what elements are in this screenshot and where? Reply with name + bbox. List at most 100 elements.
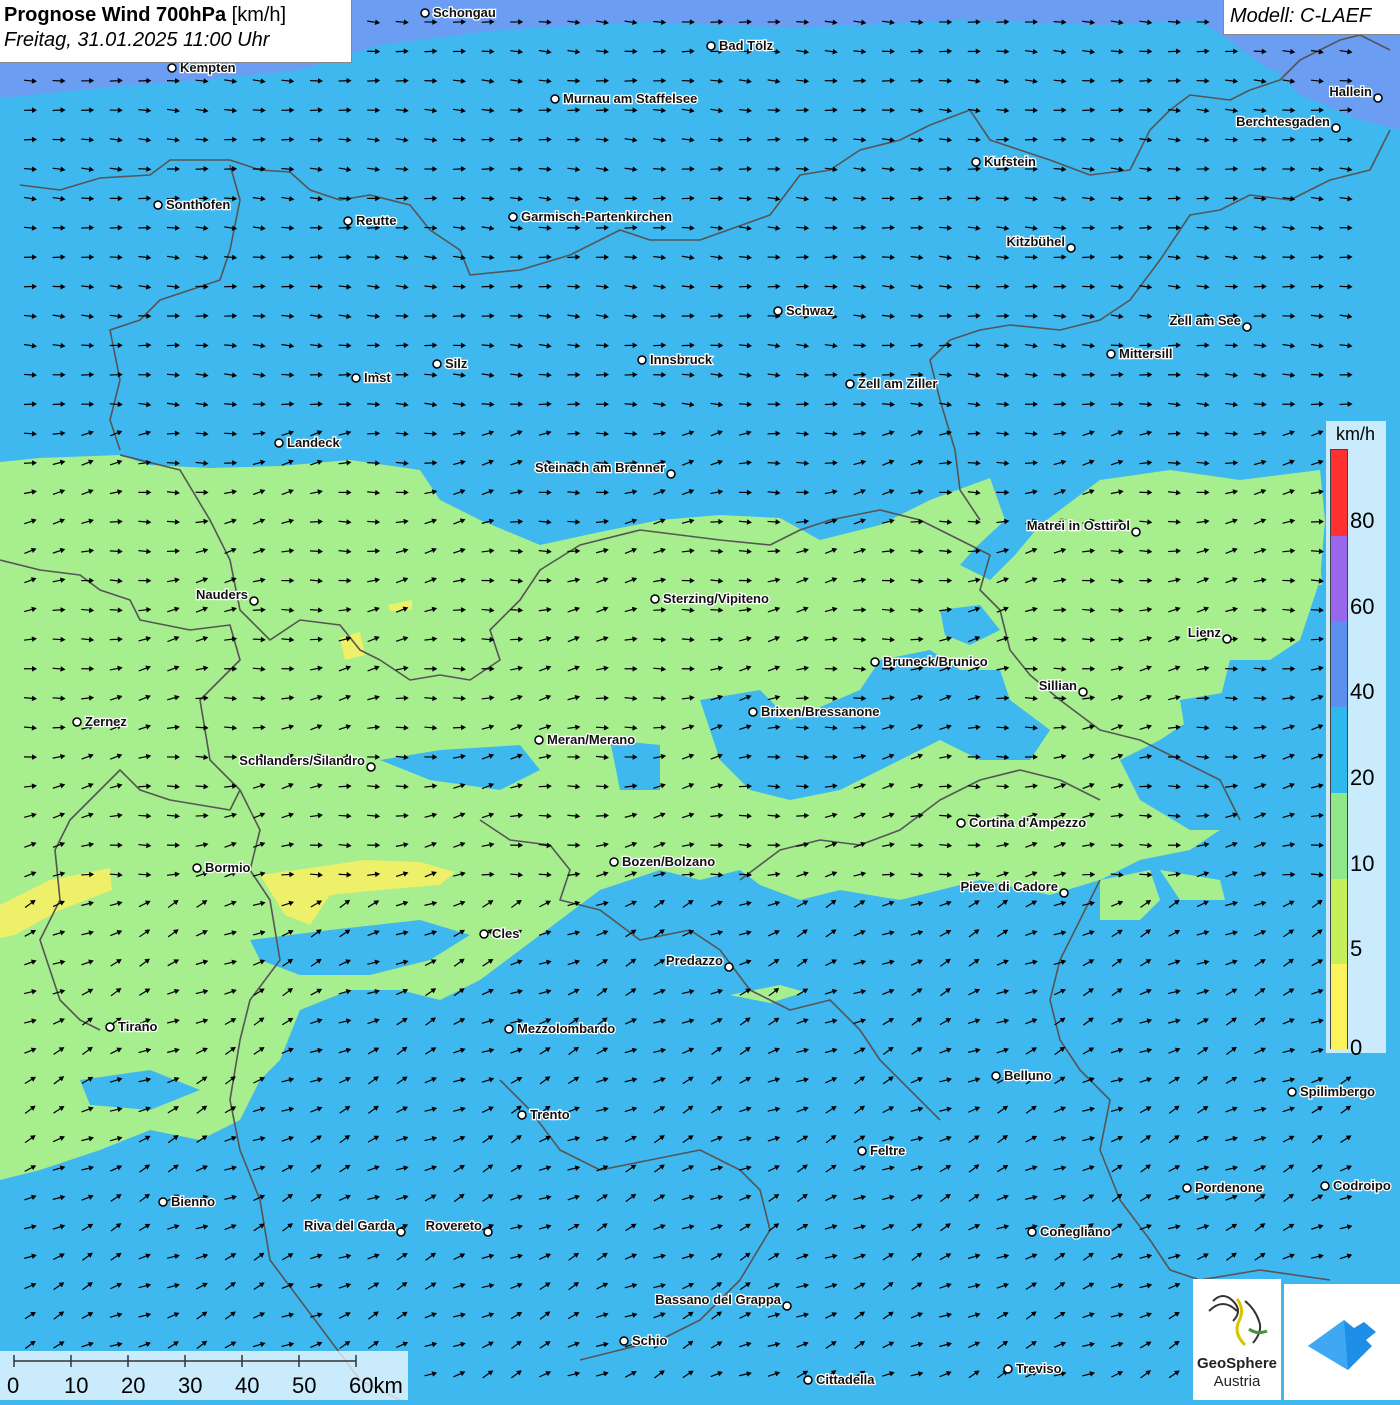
scale-ruler [0,1351,408,1400]
city-dot [620,1337,628,1345]
city-dot [1332,124,1340,132]
city-dot [551,95,559,103]
city-marker: Brixen/Bressanone [749,704,880,719]
city-dot [1223,635,1231,643]
city-dot [1132,528,1140,536]
city-label: Brixen/Bressanone [761,704,880,719]
city-dot [193,864,201,872]
city-dot [667,470,675,478]
city-label: Berchtesgaden [1236,114,1330,129]
city-label: Pieve di Cadore [960,879,1058,894]
legend-label: 0 [1350,1035,1362,1061]
city-dot [275,439,283,447]
city-dot [1079,688,1087,696]
city-marker: Mezzolombardo [505,1021,615,1036]
city-label: Mezzolombardo [517,1021,615,1036]
city-label: Sillian [1039,678,1077,693]
city-label: Murnau am Staffelsee [563,91,697,106]
city-label: Bruneck/Brunico [883,654,988,669]
scale-label: 40 [235,1373,259,1399]
city-dot [749,708,757,716]
city-dot [972,158,980,166]
app-logo [1284,1284,1400,1400]
city-dot [638,356,646,364]
city-label: Reutte [356,213,396,228]
city-dot [1060,889,1068,897]
city-label: Nauders [196,587,248,602]
city-dot [518,1111,526,1119]
scale-label: 30 [178,1373,202,1399]
city-label: Bienno [171,1194,215,1209]
city-label: Trento [530,1107,570,1122]
city-dot [858,1147,866,1155]
legend-label: 80 [1350,508,1374,534]
city-label: Rovereto [426,1218,482,1233]
city-label: Zernez [85,714,127,729]
city-dot [505,1025,513,1033]
city-dot [846,380,854,388]
city-dot [871,658,879,666]
city-label: Pordenone [1195,1180,1263,1195]
city-label: Codroipo [1333,1178,1391,1193]
geosphere-logo: GeoSphere Austria [1193,1279,1281,1400]
city-label: Belluno [1004,1068,1052,1083]
wind-forecast-map: SchongauBad TölzKemptenMurnau am Staffel… [0,0,1400,1400]
city-label: Bozen/Bolzano [622,854,715,869]
city-dot [250,597,258,605]
city-dot [1374,94,1382,102]
city-label: Riva del Garda [304,1218,396,1233]
city-dot [397,1228,405,1236]
city-dot [1183,1184,1191,1192]
city-dot [1004,1365,1012,1373]
city-label: Cortina d'Ampezzo [969,815,1086,830]
city-label: Hallein [1329,84,1372,99]
title-text: Prognose Wind 700hPa [4,4,226,26]
city-label: Zell am Ziller [858,376,937,391]
city-dot [1028,1228,1036,1236]
city-dot [433,360,441,368]
city-marker: Innsbruck [638,352,713,367]
city-dot [1107,350,1115,358]
scale-label: 20 [121,1373,145,1399]
city-dot [154,201,162,209]
legend-segment [1331,536,1347,622]
title-panel: Prognose Wind 700hPa [km/h] Freitag, 31.… [0,0,352,63]
city-dot [73,718,81,726]
legend-segment [1331,450,1347,536]
city-dot [106,1023,114,1031]
city-dot [1243,323,1251,331]
city-dot [957,819,965,827]
city-marker: Meran/Merano [535,732,635,747]
city-label: Cles [492,926,519,941]
city-label: Predazzo [666,953,723,968]
city-marker: Sonthofen [154,197,230,212]
city-dot [725,963,733,971]
city-dot [168,64,176,72]
city-marker: Zell am Ziller [846,376,937,391]
scale-bar: 0102030405060km [0,1351,408,1400]
city-dot [480,930,488,938]
legend-unit: km/h [1336,424,1375,445]
city-dot [610,858,618,866]
legend-segment [1331,707,1347,793]
city-label: Bormio [205,860,251,875]
city-label: Conegliano [1040,1224,1111,1239]
city-dot [159,1198,167,1206]
city-marker: Sterzing/Vipiteno [651,591,769,606]
legend-color-bar [1330,449,1348,1049]
city-label: Sterzing/Vipiteno [663,591,769,606]
legend-segment [1331,793,1347,879]
city-dot [992,1072,1000,1080]
legend-segment [1331,621,1347,707]
legend-segment [1331,964,1347,1050]
city-label: Zell am See [1169,313,1241,328]
city-marker: Schongau [421,5,496,20]
city-marker: Bruneck/Brunico [871,654,988,669]
city-marker: Spilimbergo [1288,1084,1375,1099]
scale-label: 0 [7,1373,19,1399]
scale-label: 50 [292,1373,316,1399]
scale-label: 60km [349,1373,403,1399]
legend-label: 20 [1350,765,1374,791]
city-label: Kufstein [984,154,1036,169]
city-dot [484,1228,492,1236]
